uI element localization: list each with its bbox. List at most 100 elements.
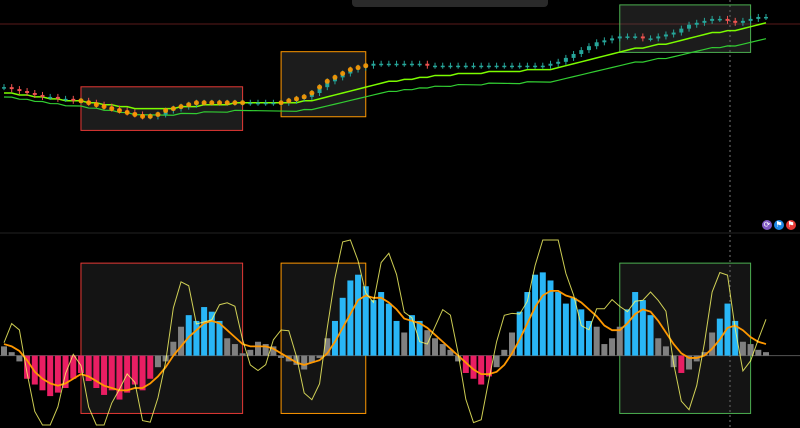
candle-body (648, 38, 653, 40)
candle-body (256, 102, 260, 105)
signal-marker (324, 78, 330, 84)
candle-body (756, 16, 761, 19)
histogram-bar (501, 349, 508, 356)
candle-body (540, 65, 545, 68)
histogram-bar (532, 274, 539, 356)
signal-marker (363, 63, 369, 69)
signal-marker (278, 100, 284, 106)
flag-icon[interactable]: ⚑ (774, 220, 784, 230)
candle-body (271, 102, 276, 105)
histogram-bar (54, 355, 61, 393)
toolbar-icons: ⟳ ⚑ ⚑ (762, 220, 796, 230)
histogram-bar (16, 355, 23, 362)
signal-marker (224, 100, 230, 106)
histogram-bar (493, 355, 500, 368)
candle-body (71, 98, 76, 101)
candle-body (625, 36, 630, 38)
candle-body (40, 94, 45, 97)
histogram-bar (201, 307, 208, 356)
histogram-bar (655, 338, 662, 356)
candle-body (48, 96, 53, 99)
candle-body (594, 42, 599, 47)
histogram-bar (562, 303, 569, 356)
histogram-bar (585, 320, 592, 356)
histogram-bar (709, 332, 716, 356)
refresh-icon[interactable]: ⟳ (762, 220, 772, 230)
candle-body (725, 18, 730, 21)
signal-marker (217, 100, 223, 106)
candle-body (17, 89, 22, 92)
signal-marker (332, 74, 338, 80)
signal-marker (155, 111, 161, 117)
signal-marker (309, 90, 315, 96)
histogram-bar (739, 341, 746, 356)
candle-body (764, 16, 768, 19)
candle-body (32, 93, 37, 95)
signal-marker (147, 113, 153, 119)
candle-body (610, 38, 615, 41)
histogram-bar (763, 352, 769, 356)
histogram-bar (139, 355, 146, 391)
candle-body (425, 63, 430, 66)
histogram-bar (208, 311, 215, 356)
candle-body (517, 65, 522, 68)
candle-body (586, 46, 591, 51)
candle-body (602, 40, 607, 43)
histogram-bar (662, 346, 669, 356)
signal-marker (232, 100, 238, 106)
signal-marker (293, 96, 299, 102)
histogram-bar (624, 309, 631, 356)
candle-body (456, 65, 461, 68)
candle-body (525, 65, 530, 68)
candle-body (479, 65, 484, 68)
candle-body (694, 22, 699, 25)
histogram-bar (39, 355, 46, 391)
signal-marker (301, 94, 307, 100)
flag-icon-2[interactable]: ⚑ (786, 220, 796, 230)
candle-body (663, 34, 668, 37)
candle-body (502, 65, 507, 68)
candle-body (633, 36, 638, 38)
histogram-bar (555, 292, 562, 356)
histogram-bar (47, 355, 54, 397)
candle-body (9, 87, 14, 90)
candle-body (63, 98, 68, 101)
signal-marker (124, 110, 130, 115)
signal-marker (116, 108, 122, 114)
histogram-bar (755, 349, 762, 356)
candle-body (463, 65, 468, 68)
price-chart (0, 0, 800, 428)
histogram-bar (178, 326, 185, 356)
candle-body (2, 87, 6, 89)
candle-body (494, 65, 499, 68)
histogram-bar (278, 355, 285, 358)
chart-stage: ⟳ ⚑ ⚑ (0, 0, 800, 428)
histogram-bar (8, 352, 15, 356)
histogram-bar (593, 326, 600, 356)
candle-body (433, 65, 438, 68)
candle-body (440, 65, 445, 68)
histogram-bar (378, 292, 385, 356)
candle-body (617, 36, 622, 39)
candle-body (733, 20, 738, 23)
candle-body (471, 65, 476, 68)
histogram-bar (401, 332, 408, 356)
candle-body (717, 18, 722, 21)
histogram-bar (601, 344, 608, 356)
histogram-bar (147, 355, 154, 379)
histogram-bar (416, 320, 423, 356)
candle-body (25, 91, 30, 93)
signal-marker (286, 98, 292, 104)
candle-body (533, 65, 538, 68)
candle-body (394, 63, 399, 66)
candle-body (640, 36, 645, 39)
histogram-bar (355, 274, 362, 356)
candle-body (548, 63, 553, 66)
price-zone-green (619, 4, 752, 53)
signal-marker (86, 100, 92, 106)
signal-marker (355, 65, 361, 71)
signal-marker (186, 102, 192, 108)
candle-body (55, 96, 60, 99)
signal-marker (340, 71, 346, 76)
candle-body (556, 61, 561, 64)
